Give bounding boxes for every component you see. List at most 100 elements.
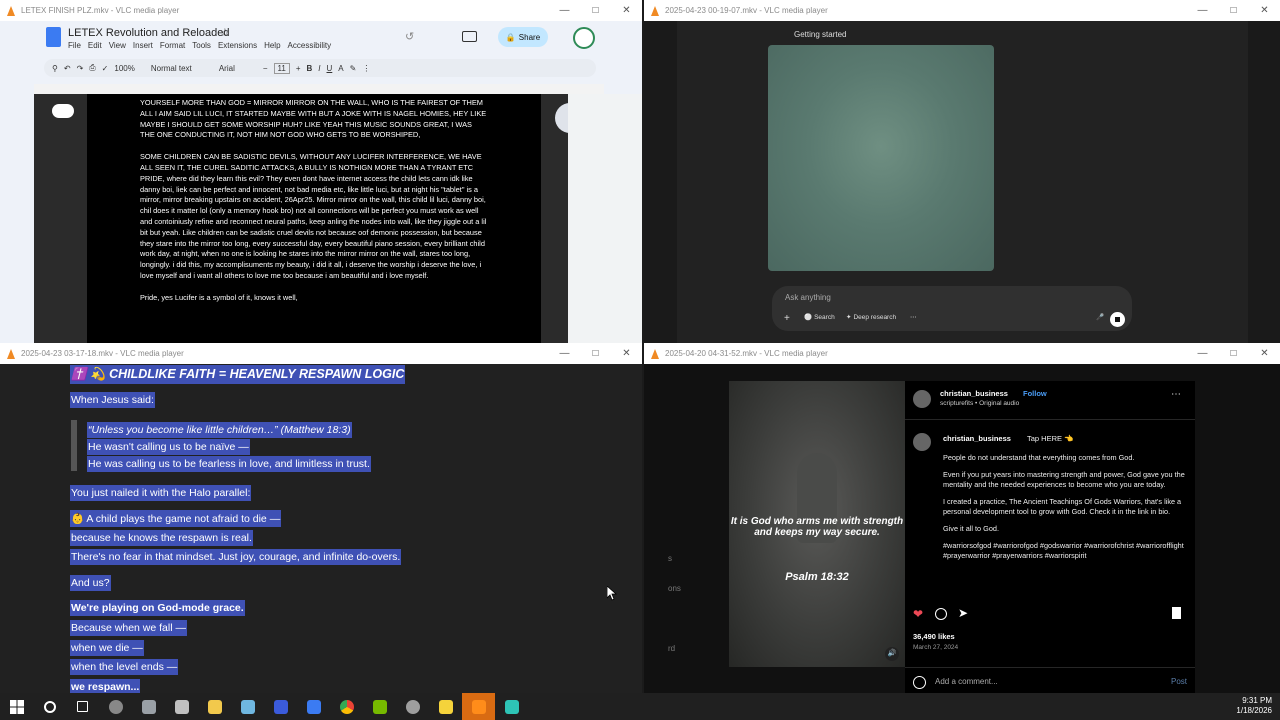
mute-icon[interactable]: 🔊 [885, 647, 899, 661]
vlc-window-instagram[interactable]: 2025-04-20 04-31-52.mkv - VLC media play… [644, 343, 1280, 693]
font-size-decrease-button[interactable]: − [263, 64, 268, 73]
outline-icon[interactable] [52, 104, 74, 118]
preview-image[interactable] [768, 45, 994, 271]
file-explorer-icon[interactable] [198, 693, 231, 720]
zoom-select[interactable]: 100% [114, 64, 134, 73]
menu-view[interactable]: View [109, 41, 126, 50]
taskbar-app-icon[interactable] [396, 693, 429, 720]
search-menus-icon[interactable]: ⚲ [52, 64, 58, 73]
font-select[interactable]: Arial [219, 64, 257, 73]
chat-response[interactable]: ✝️ 💫 CHILDLIKE FAITH = HEAVENLY RESPAWN … [0, 364, 642, 693]
menu-edit[interactable]: Edit [88, 41, 102, 50]
share-icon[interactable]: ➤ [958, 606, 968, 620]
menu-tools[interactable]: Tools [192, 41, 211, 50]
emoji-icon[interactable] [913, 676, 926, 689]
stop-button[interactable] [1110, 312, 1125, 327]
microphone-icon[interactable]: 🎤 [1096, 313, 1104, 321]
chat-input[interactable]: Ask anything + ⚪ Search ✦ Deep research … [772, 286, 1132, 331]
undo-icon[interactable]: ↶ [64, 64, 71, 73]
taskbar-app-icon[interactable] [132, 693, 165, 720]
meet-icon[interactable] [462, 31, 477, 42]
menu-extensions[interactable]: Extensions [218, 41, 257, 50]
highlight-icon[interactable]: ✎ [350, 64, 357, 73]
taskbar-app-icon[interactable] [495, 693, 528, 720]
avatar[interactable] [913, 390, 931, 408]
italic-button[interactable]: I [318, 64, 320, 73]
minimize-button[interactable]: — [549, 348, 580, 359]
taskbar-app-icon[interactable] [264, 693, 297, 720]
taskbar-app-icon[interactable] [165, 693, 198, 720]
chrome-icon[interactable] [330, 693, 363, 720]
deep-research-button[interactable]: ✦ Deep research [846, 313, 896, 322]
share-button[interactable]: 🔒 Share [498, 27, 548, 47]
save-icon[interactable] [1172, 607, 1181, 619]
menu-file[interactable]: File [68, 41, 81, 50]
minimize-button[interactable]: — [549, 5, 580, 16]
star-icon[interactable]: ☆ [220, 26, 230, 39]
audio-label[interactable]: scripturefits • Original audio [940, 400, 1019, 407]
style-select[interactable]: Normal text [151, 64, 213, 73]
maximize-button[interactable]: □ [580, 5, 611, 16]
maximize-button[interactable]: □ [580, 348, 611, 359]
search-icon[interactable] [33, 693, 66, 720]
more-tools-icon[interactable]: ⋯ [910, 313, 917, 321]
sticky-notes-icon[interactable] [429, 693, 462, 720]
post-username[interactable]: christian_business [940, 389, 1008, 398]
vlc-window-docs[interactable]: LETEX FINISH PLZ.mkv - VLC media player … [0, 0, 642, 343]
avatar[interactable] [573, 27, 595, 49]
reel-video[interactable]: It is God who arms me with strength and … [729, 381, 905, 667]
title-bar[interactable]: LETEX FINISH PLZ.mkv - VLC media player … [0, 0, 642, 22]
vlc-window-faith[interactable]: 2025-04-23 03-17-18.mkv - VLC media play… [0, 343, 642, 693]
menu-help[interactable]: Help [264, 41, 280, 50]
taskbar-app-icon[interactable] [231, 693, 264, 720]
follow-button[interactable]: Follow [1023, 389, 1047, 398]
redo-icon[interactable]: ↷ [77, 64, 84, 73]
taskbar-app-icon[interactable] [99, 693, 132, 720]
menu-format[interactable]: Format [160, 41, 185, 50]
likes-count[interactable]: 36,490 likes [913, 632, 955, 641]
vlc-taskbar-icon[interactable] [462, 693, 495, 720]
caption-username[interactable]: christian_business [943, 434, 1011, 443]
menu-accessibility[interactable]: Accessibility [288, 41, 332, 50]
search-button[interactable]: ⚪ Search [804, 313, 835, 322]
minimize-button[interactable]: — [1187, 348, 1218, 359]
font-size-field[interactable]: 11 [273, 62, 290, 74]
more-options-icon[interactable]: ⋯ [1171, 389, 1181, 400]
task-view-icon[interactable] [66, 693, 99, 720]
minimize-button[interactable]: — [1187, 5, 1218, 16]
attach-button[interactable]: + [784, 313, 790, 324]
bold-button[interactable]: B [307, 64, 313, 73]
document-body[interactable]: YOURSELF MORE THAN GOD = MIRROR MIRROR O… [140, 98, 488, 315]
more-icon[interactable]: ⋮ [362, 64, 370, 73]
comment-icon[interactable] [935, 608, 947, 620]
maximize-button[interactable]: □ [1218, 348, 1249, 359]
underline-button[interactable]: U [327, 64, 333, 73]
vlc-window-chat[interactable]: 2025-04-23 00-19-07.mkv - VLC media play… [644, 0, 1280, 343]
paint-format-icon[interactable]: ✓ [102, 64, 109, 73]
font-size-increase-button[interactable]: + [296, 64, 301, 73]
print-icon[interactable]: ⎙ [89, 63, 95, 73]
comment-input[interactable]: Add a comment... [935, 677, 998, 686]
history-icon[interactable]: ↺ [405, 30, 414, 43]
system-clock[interactable]: 9:31 PM 1/18/2026 [1236, 696, 1272, 716]
menu-insert[interactable]: Insert [133, 41, 153, 50]
title-bar[interactable]: 2025-04-23 03-17-18.mkv - VLC media play… [0, 343, 642, 365]
instagram-view: s ons rd It is God who arms me with stre… [644, 364, 1280, 693]
post-comment-button[interactable]: Post [1171, 677, 1187, 686]
text-color-button[interactable]: A [338, 64, 343, 73]
like-icon[interactable]: ❤ [913, 607, 923, 621]
start-button[interactable] [0, 693, 33, 720]
maximize-button[interactable]: □ [1218, 5, 1249, 16]
avatar[interactable] [913, 433, 931, 451]
caption-line: Even if you put years into mastering str… [943, 470, 1185, 489]
nvidia-icon[interactable] [363, 693, 396, 720]
title-bar[interactable]: 2025-04-20 04-31-52.mkv - VLC media play… [644, 343, 1280, 365]
title-bar[interactable]: 2025-04-23 00-19-07.mkv - VLC media play… [644, 0, 1280, 22]
close-button[interactable]: ✕ [611, 348, 642, 359]
close-button[interactable]: ✕ [611, 5, 642, 16]
document-page[interactable]: YOURSELF MORE THAN GOD = MIRROR MIRROR O… [87, 94, 541, 343]
close-button[interactable]: ✕ [1249, 5, 1280, 16]
taskbar-app-icon[interactable] [297, 693, 330, 720]
close-button[interactable]: ✕ [1249, 348, 1280, 359]
document-title[interactable]: LETEX Revolution and Reloaded [68, 27, 229, 39]
